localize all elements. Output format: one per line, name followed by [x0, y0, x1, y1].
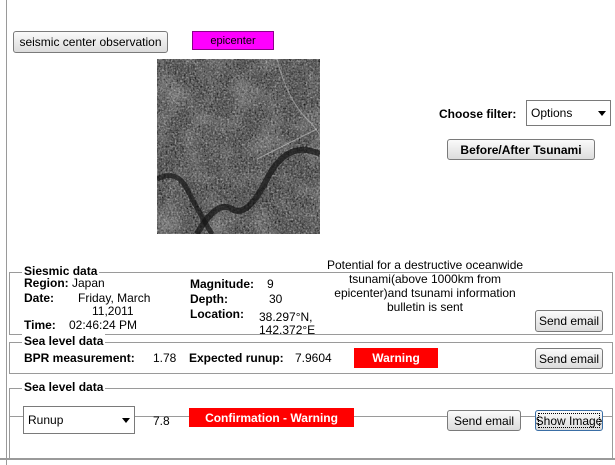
depth-label: Depth:: [190, 292, 228, 306]
expected-runup-label: Expected runup:: [189, 351, 284, 365]
date-value-line2: 11,2011: [92, 304, 134, 318]
sea-level-send-email-button-1[interactable]: Send email: [535, 348, 603, 369]
warning-badge: Warning: [354, 348, 438, 368]
tsunami-message-line2: tsunami(above 1000km from: [348, 272, 502, 286]
location-value-line1: 38.297°N,: [259, 310, 313, 324]
show-image-button[interactable]: Show Image: [535, 410, 603, 431]
sea-level-metric-select[interactable]: Runup: [23, 406, 135, 434]
confirmation-warning-badge: Confirmation - Warning: [189, 408, 354, 427]
location-label: Location:: [190, 307, 244, 321]
sea-level-legend-1: Sea level data: [22, 334, 106, 348]
expected-runup-value: 7.9604: [295, 351, 332, 365]
satellite-image-graphic: [157, 59, 320, 234]
date-label: Date:: [24, 291, 55, 305]
depth-value: 30: [269, 292, 283, 306]
bpr-measurement-value: 1.78: [153, 351, 177, 365]
bpr-measurement-label: BPR measurement:: [24, 351, 135, 365]
tsunami-message-line3: epicenter)and tsunami information: [334, 286, 516, 300]
chevron-down-icon[interactable]: [118, 407, 134, 433]
satellite-image: [157, 59, 320, 234]
runup-measured-value: 7.8: [153, 414, 170, 428]
filter-select[interactable]: Options: [526, 100, 611, 126]
window-bottom-border: [0, 458, 615, 460]
filter-select-value: Options: [531, 106, 573, 120]
sea-level-legend-2: Sea level data: [22, 380, 106, 394]
seismic-center-observation-button[interactable]: seismic center observation: [13, 31, 168, 53]
chevron-down-icon[interactable]: [594, 101, 610, 125]
date-value-line1: Friday, March: [78, 291, 151, 305]
time-label: Time:: [24, 318, 56, 332]
seismic-send-email-button[interactable]: Send email: [535, 310, 603, 332]
before-after-tsunami-button[interactable]: Before/After Tsunami: [447, 139, 595, 160]
magnitude-label: Magnitude:: [190, 277, 254, 291]
region-value: Japan: [72, 276, 105, 290]
tsunami-message-line4: bulletin is sent: [386, 300, 464, 314]
tsunami-message-line1: Potential for a destructive oceanwide: [326, 258, 524, 272]
epicenter-button[interactable]: epicenter: [192, 31, 274, 50]
window-left-border: [6, 0, 7, 465]
region-label: Region:: [24, 276, 69, 290]
sea-level-send-email-button-2[interactable]: Send email: [447, 410, 521, 431]
time-value: 02:46:24 PM: [69, 318, 138, 332]
location-value-line2: 142.372°E: [259, 323, 316, 337]
choose-filter-label: Choose filter:: [439, 107, 517, 121]
magnitude-value: 9: [267, 277, 274, 291]
sea-level-metric-value: Runup: [28, 413, 64, 427]
